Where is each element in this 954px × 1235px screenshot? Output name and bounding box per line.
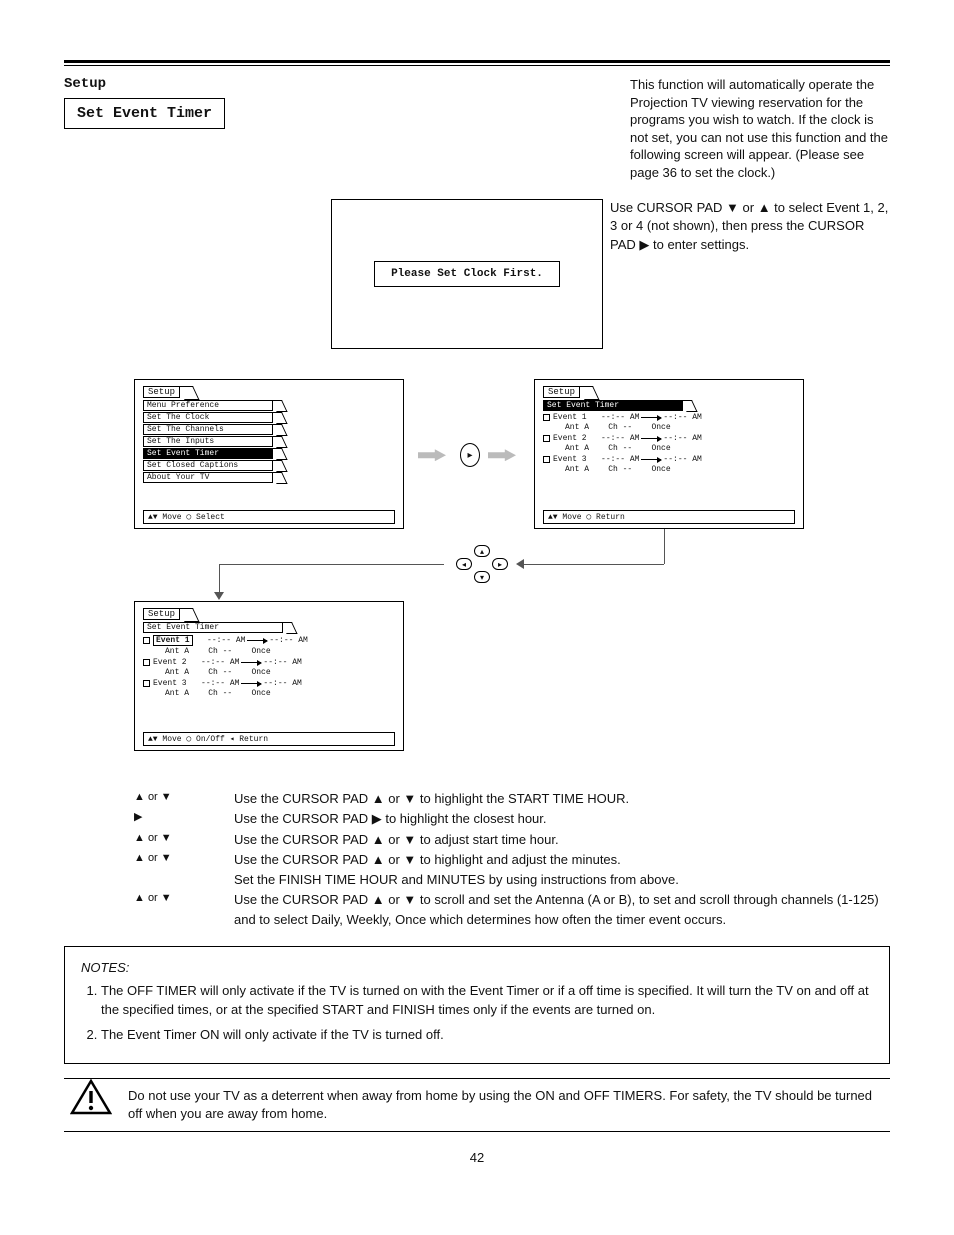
event-sub: Ant A Ch -- Once — [543, 423, 795, 432]
intro-block: Please Set Clock First. Use CURSOR PAD ▼… — [64, 199, 890, 349]
event-sub: Ant A Ch -- Once — [543, 444, 795, 453]
osd-title: Setup — [543, 386, 580, 398]
section-title: Set Event Timer — [64, 98, 225, 129]
osd-subtitle-selected: Set Event Timer — [543, 400, 683, 411]
warning-icon — [64, 1079, 118, 1115]
event-row: Event 1 --:-- AM--:-- AM — [543, 413, 795, 422]
time-arrow-icon — [247, 640, 267, 641]
notes-box: NOTES: The OFF TIMER will only activate … — [64, 946, 890, 1063]
instruction-row: ▲ or ▼ Use the CURSOR PAD ▲ or ▼ to high… — [134, 789, 890, 809]
checkbox-icon — [143, 680, 150, 687]
menu-item: Menu Preference — [143, 400, 273, 411]
arrow-head-icon — [214, 592, 224, 600]
instruction-list: ▲ or ▼ Use the CURSOR PAD ▲ or ▼ to high… — [134, 789, 890, 930]
checkbox-icon — [143, 637, 150, 644]
osd-footer: ▲▼ Move ◯ Select — [143, 510, 395, 524]
time-arrow-icon — [641, 417, 661, 418]
event-row: Event 2 --:-- AM--:-- AM — [543, 434, 795, 443]
instruction-row: ▲ or ▼ Use the CURSOR PAD ▲ or ▼ to adju… — [134, 830, 890, 850]
checkbox-icon — [143, 659, 150, 666]
chapter-label: Setup — [64, 76, 225, 92]
event-sub: Ant A Ch -- Once — [543, 465, 795, 474]
notes-list: The OFF TIMER will only activate if the … — [81, 982, 873, 1045]
arrow-head-icon — [516, 559, 524, 569]
intro-right-1: This function will automatically operate… — [630, 76, 890, 181]
osd-subtitle: Set Event Timer — [143, 622, 283, 633]
note-item: The Event Timer ON will only activate if… — [101, 1026, 873, 1045]
checkbox-icon — [543, 414, 550, 421]
intro-right-2: Use CURSOR PAD ▼ or ▲ to select Event 1,… — [610, 199, 890, 349]
event-sub: Ant A Ch -- Once — [143, 668, 395, 677]
warning-box: Do not use your TV as a deterrent when a… — [64, 1078, 890, 1132]
time-arrow-icon — [241, 683, 261, 684]
instruction-row: Set the FINISH TIME HOUR and MINUTES by … — [134, 870, 890, 890]
screen-event-edit: Setup Set Event Timer Event 1 --:-- AM--… — [134, 601, 404, 751]
clock-first-message: Please Set Clock First. — [374, 261, 560, 287]
flow-line — [664, 529, 665, 564]
instruction-row: ▲ or ▼ Use the CURSOR PAD ▲ or ▼ to high… — [134, 850, 890, 870]
time-arrow-icon — [641, 438, 661, 439]
page-number: 42 — [64, 1150, 890, 1165]
menu-item: Set The Channels — [143, 424, 273, 435]
event-sub: Ant A Ch -- Once — [143, 689, 395, 698]
menu-item: About Your TV — [143, 472, 273, 483]
checkbox-icon — [543, 435, 550, 442]
osd-title-setup: Setup — [143, 386, 180, 398]
instruction-glyph: ▲ or ▼ — [134, 789, 234, 806]
time-arrow-icon — [241, 662, 261, 663]
dpad-up-icon: ▴ — [474, 545, 490, 557]
arrow-icon — [488, 449, 516, 461]
time-arrow-icon — [641, 459, 661, 460]
dpad-right-icon: ▸ — [492, 558, 508, 570]
instruction-glyph: ▶ — [134, 809, 234, 826]
instruction-row: ▶ Use the CURSOR PAD ▶ to highlight the … — [134, 809, 890, 829]
instruction-glyph: ▲ or ▼ — [134, 890, 234, 907]
note-item: The OFF TIMER will only activate if the … — [101, 982, 873, 1020]
instruction-glyph: ▲ or ▼ — [134, 830, 234, 847]
flow-line — [219, 564, 220, 592]
flow-line — [219, 564, 444, 565]
instruction-text: Use the CURSOR PAD ▲ or ▼ to adjust star… — [234, 830, 559, 850]
dpad-left-icon: ◂ — [456, 558, 472, 570]
instruction-glyph: ▲ or ▼ — [134, 850, 234, 867]
arrow-icon — [418, 449, 446, 461]
menu-item-selected: Set Event Timer — [143, 448, 273, 459]
warning-text: Do not use your TV as a deterrent when a… — [118, 1079, 890, 1131]
notes-heading: NOTES: — [81, 960, 129, 975]
cursor-right-button-icon: ▸ — [460, 443, 480, 467]
header-row: Setup Set Event Timer This function will… — [64, 76, 890, 181]
checkbox-icon — [543, 456, 550, 463]
dpad-icon: ▴ ▾ ◂ ▸ — [454, 547, 510, 583]
event-rows: Event 1 --:-- AM--:-- AM Ant A Ch -- Onc… — [143, 635, 395, 698]
screen-event-list: Setup Set Event Timer Event 1 --:-- AM--… — [534, 379, 804, 529]
top-rule — [64, 60, 890, 66]
flow-line — [524, 564, 664, 565]
menu-item: Set Closed Captions — [143, 460, 273, 471]
instruction-text: Use the CURSOR PAD ▲ or ▼ to highlight a… — [234, 850, 621, 870]
setup-menu-list: Menu Preference Set The Clock Set The Ch… — [143, 400, 395, 483]
osd-footer: ▲▼ Move ◯ On/Off ◂ Return — [143, 732, 395, 746]
event-row: Event 2 --:-- AM--:-- AM — [143, 658, 395, 667]
event-row-highlighted: Event 1 --:-- AM--:-- AM — [143, 635, 395, 646]
instruction-text: Set the FINISH TIME HOUR and MINUTES by … — [234, 870, 679, 890]
menu-item: Set The Clock — [143, 412, 273, 423]
instruction-text: Use the CURSOR PAD ▲ or ▼ to highlight t… — [234, 789, 629, 809]
osd-footer: ▲▼ Move ◯ Return — [543, 510, 795, 524]
screen-setup-menu: Setup Menu Preference Set The Clock Set … — [134, 379, 404, 529]
dpad-down-icon: ▾ — [474, 571, 490, 583]
event-row: Event 3 --:-- AM--:-- AM — [143, 679, 395, 688]
event-row: Event 3 --:-- AM--:-- AM — [543, 455, 795, 464]
instruction-row: ▲ or ▼ Use the CURSOR PAD ▲ or ▼ to scro… — [134, 890, 890, 930]
flow-diagram: Setup Menu Preference Set The Clock Set … — [64, 379, 890, 779]
instruction-text: Use the CURSOR PAD ▶ to highlight the cl… — [234, 809, 547, 829]
event-sub: Ant A Ch -- Once — [143, 647, 395, 656]
intro-left-spacer — [64, 199, 324, 349]
event-rows: Event 1 --:-- AM--:-- AM Ant A Ch -- Onc… — [543, 413, 795, 474]
osd-title: Setup — [143, 608, 180, 620]
clock-first-screen: Please Set Clock First. — [331, 199, 603, 349]
header-left: Setup Set Event Timer — [64, 76, 225, 129]
menu-item: Set The Inputs — [143, 436, 273, 447]
instruction-text: Use the CURSOR PAD ▲ or ▼ to scroll and … — [234, 890, 890, 930]
